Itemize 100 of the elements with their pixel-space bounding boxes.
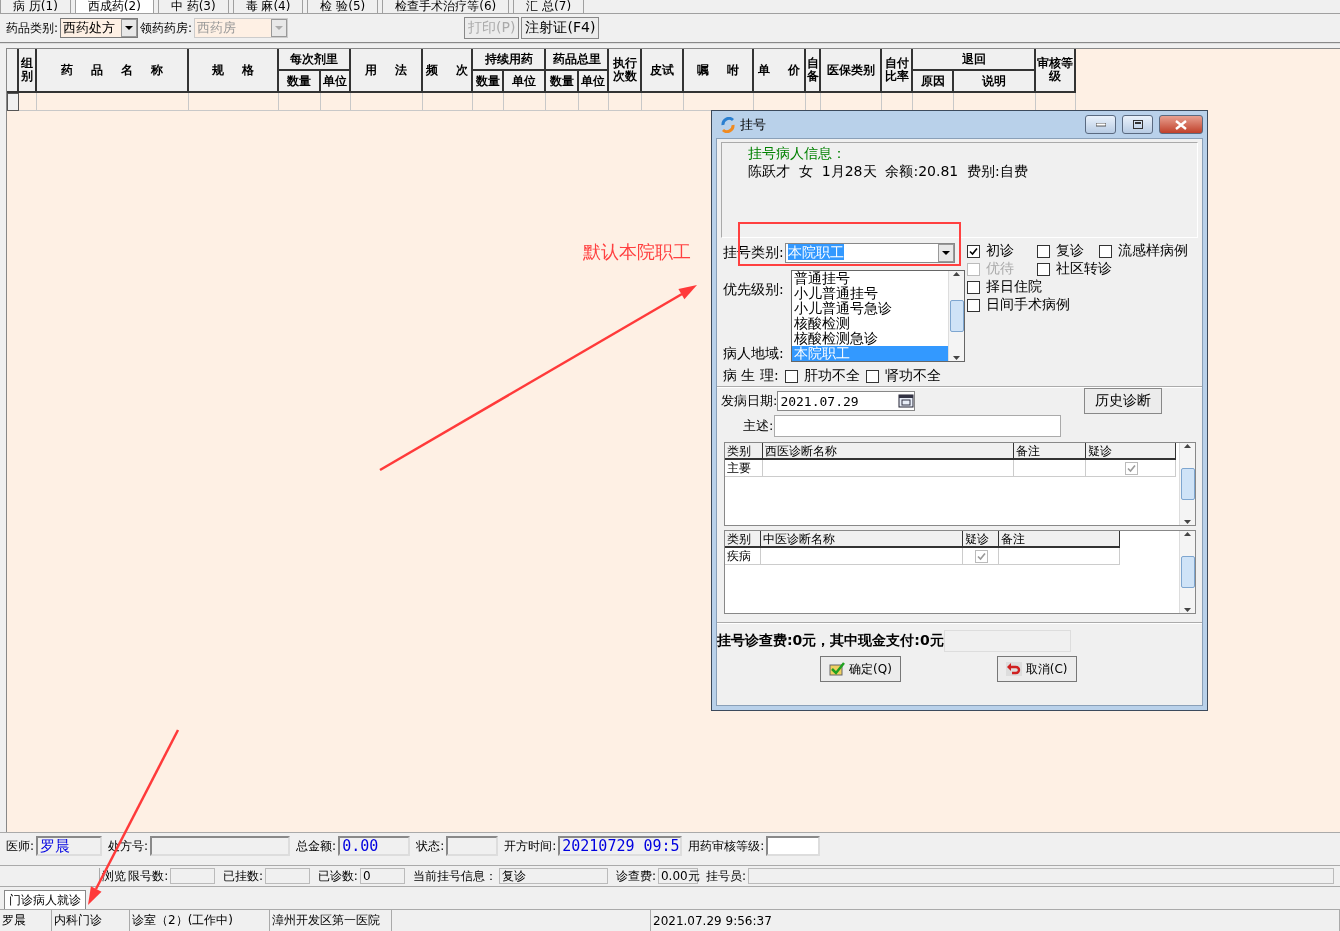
column-header: 疑诊 bbox=[963, 531, 999, 548]
checkbox[interactable] bbox=[1099, 244, 1112, 258]
info-value: 0.00元 bbox=[657, 868, 698, 884]
column-header[interactable]: 单位 bbox=[504, 71, 546, 93]
grid-cell[interactable] bbox=[19, 93, 37, 111]
dropdown-arrow-icon[interactable] bbox=[125, 25, 134, 31]
checkbox[interactable] bbox=[865, 369, 879, 383]
history-diagnosis-button[interactable]: 历史诊断 bbox=[1084, 388, 1162, 414]
text-field[interactable] bbox=[150, 836, 291, 856]
close-icon[interactable] bbox=[1175, 119, 1187, 130]
maximize-icon[interactable] bbox=[1132, 120, 1143, 129]
column-header[interactable]: 皮试 bbox=[642, 49, 684, 93]
cancel-button[interactable]: 取消(C) bbox=[996, 656, 1077, 682]
grid-cell[interactable] bbox=[423, 93, 473, 111]
tab[interactable]: 西成药(2) bbox=[74, 0, 154, 13]
tab[interactable]: 检 验(5) bbox=[307, 0, 379, 13]
scrollbar[interactable] bbox=[948, 271, 964, 361]
dropdown-option[interactable]: 小儿普通号急诊 bbox=[792, 301, 948, 316]
column-header[interactable]: 自备 bbox=[806, 49, 821, 93]
column-header[interactable]: 医保类别 bbox=[821, 49, 882, 93]
checkbox[interactable] bbox=[1037, 262, 1050, 276]
tab[interactable]: 门诊病人就诊 bbox=[4, 890, 86, 909]
category-dropdown[interactable]: 西药处方 bbox=[60, 18, 139, 38]
tab[interactable]: 汇 总(7) bbox=[513, 0, 585, 13]
column-header[interactable]: 嘱 咐 bbox=[684, 49, 754, 93]
checkbox[interactable] bbox=[1125, 461, 1138, 475]
checkbox[interactable] bbox=[967, 280, 980, 294]
text-field[interactable] bbox=[446, 836, 499, 856]
info-label: 已诊数: bbox=[317, 867, 358, 885]
checkbox[interactable] bbox=[967, 298, 980, 312]
complaint-field[interactable] bbox=[774, 415, 1062, 437]
minimize-button[interactable] bbox=[1085, 115, 1116, 134]
scroll-down-icon[interactable] bbox=[1184, 608, 1191, 613]
dropdown-option[interactable]: 核酸检测 bbox=[792, 316, 948, 331]
column-header[interactable]: 执行次数 bbox=[609, 49, 642, 93]
tab[interactable]: 毒 麻(4) bbox=[232, 0, 304, 13]
column-header[interactable]: 单 价 bbox=[754, 49, 806, 93]
checkbox[interactable] bbox=[967, 244, 980, 258]
confirm-button[interactable]: 确定(Q) bbox=[820, 656, 901, 682]
checkbox[interactable] bbox=[975, 549, 988, 563]
checkbox[interactable] bbox=[1037, 244, 1050, 258]
date-field[interactable]: 2021.07.29 bbox=[777, 391, 916, 411]
grid-cell[interactable] bbox=[473, 93, 504, 111]
tab[interactable]: 中 药(3) bbox=[157, 0, 229, 13]
scroll-up-icon[interactable] bbox=[953, 271, 960, 276]
grid-cell[interactable] bbox=[546, 93, 579, 111]
column-header[interactable]: 数量 bbox=[279, 71, 321, 93]
column-header[interactable]: 组别 bbox=[19, 49, 37, 93]
maximize-button[interactable] bbox=[1122, 115, 1153, 134]
checkbox-label: 日间手术病例 bbox=[986, 296, 1070, 314]
row-indicator[interactable] bbox=[7, 93, 19, 111]
column-header[interactable]: 审核等级 bbox=[1036, 49, 1076, 93]
column-group-header: 每次剂里 bbox=[279, 49, 351, 71]
scroll-down-icon[interactable] bbox=[1184, 520, 1191, 525]
text-field[interactable]: 0.00 bbox=[338, 836, 411, 856]
column-header[interactable]: 自付比率 bbox=[882, 49, 913, 93]
column-header[interactable]: 药 品 名 称 bbox=[37, 49, 189, 93]
grid-cell[interactable] bbox=[321, 93, 351, 111]
tab[interactable]: 检查手术治疗等(6) bbox=[382, 0, 510, 13]
minimize-icon[interactable] bbox=[1095, 122, 1106, 127]
grid-cell[interactable] bbox=[642, 93, 684, 111]
info-label: 挂号员: bbox=[705, 867, 746, 885]
column-header[interactable]: 频 次 bbox=[423, 49, 473, 93]
dropdown-option[interactable]: 小儿普通挂号 bbox=[792, 286, 948, 301]
column-header[interactable]: 用 法 bbox=[351, 49, 423, 93]
column-header[interactable]: 规 格 bbox=[189, 49, 279, 93]
dropdown-arrow-icon[interactable] bbox=[941, 250, 950, 256]
grid-cell[interactable] bbox=[579, 93, 609, 111]
scroll-up-icon[interactable] bbox=[1184, 443, 1191, 448]
grid-cell[interactable] bbox=[351, 93, 423, 111]
column-header[interactable]: 原因 bbox=[913, 71, 954, 93]
toolbar-button[interactable]: 注射证(F4) bbox=[521, 17, 600, 39]
scrollbar[interactable] bbox=[1179, 443, 1195, 525]
table-cell: 主要 bbox=[725, 460, 763, 477]
column-header[interactable]: 数量 bbox=[546, 71, 579, 93]
column-header: 备注 bbox=[999, 531, 1120, 548]
column-header[interactable]: 单位 bbox=[321, 71, 351, 93]
column-header[interactable]: 数量 bbox=[473, 71, 504, 93]
scroll-up-icon[interactable] bbox=[1184, 531, 1191, 536]
text-field[interactable]: 罗晨 bbox=[36, 836, 103, 856]
dropdown-option[interactable]: 普通挂号 bbox=[792, 271, 948, 286]
close-button[interactable] bbox=[1159, 115, 1203, 134]
text-field[interactable]: 20210729 09:5 bbox=[558, 836, 683, 856]
checkbox[interactable] bbox=[784, 369, 798, 383]
calendar-icon[interactable] bbox=[898, 394, 915, 408]
column-header[interactable]: 说明 bbox=[954, 71, 1036, 93]
text-field[interactable] bbox=[766, 836, 821, 856]
grid-cell[interactable] bbox=[279, 93, 321, 111]
scrollbar[interactable] bbox=[1179, 531, 1195, 613]
tab[interactable]: 病 历(1) bbox=[0, 0, 71, 13]
dropdown-option[interactable]: 核酸检测急诊 bbox=[792, 331, 948, 346]
column-header[interactable]: 单位 bbox=[579, 71, 609, 93]
grid-cell[interactable] bbox=[189, 93, 279, 111]
grid-cell[interactable] bbox=[37, 93, 189, 111]
field-label: 优先级别: bbox=[723, 281, 784, 299]
window-title: 挂号 bbox=[740, 115, 767, 134]
grid-cell[interactable] bbox=[504, 93, 546, 111]
scroll-down-icon[interactable] bbox=[953, 356, 960, 361]
checkbox-label: 肝功不全 bbox=[803, 367, 860, 385]
grid-cell[interactable] bbox=[609, 93, 642, 111]
